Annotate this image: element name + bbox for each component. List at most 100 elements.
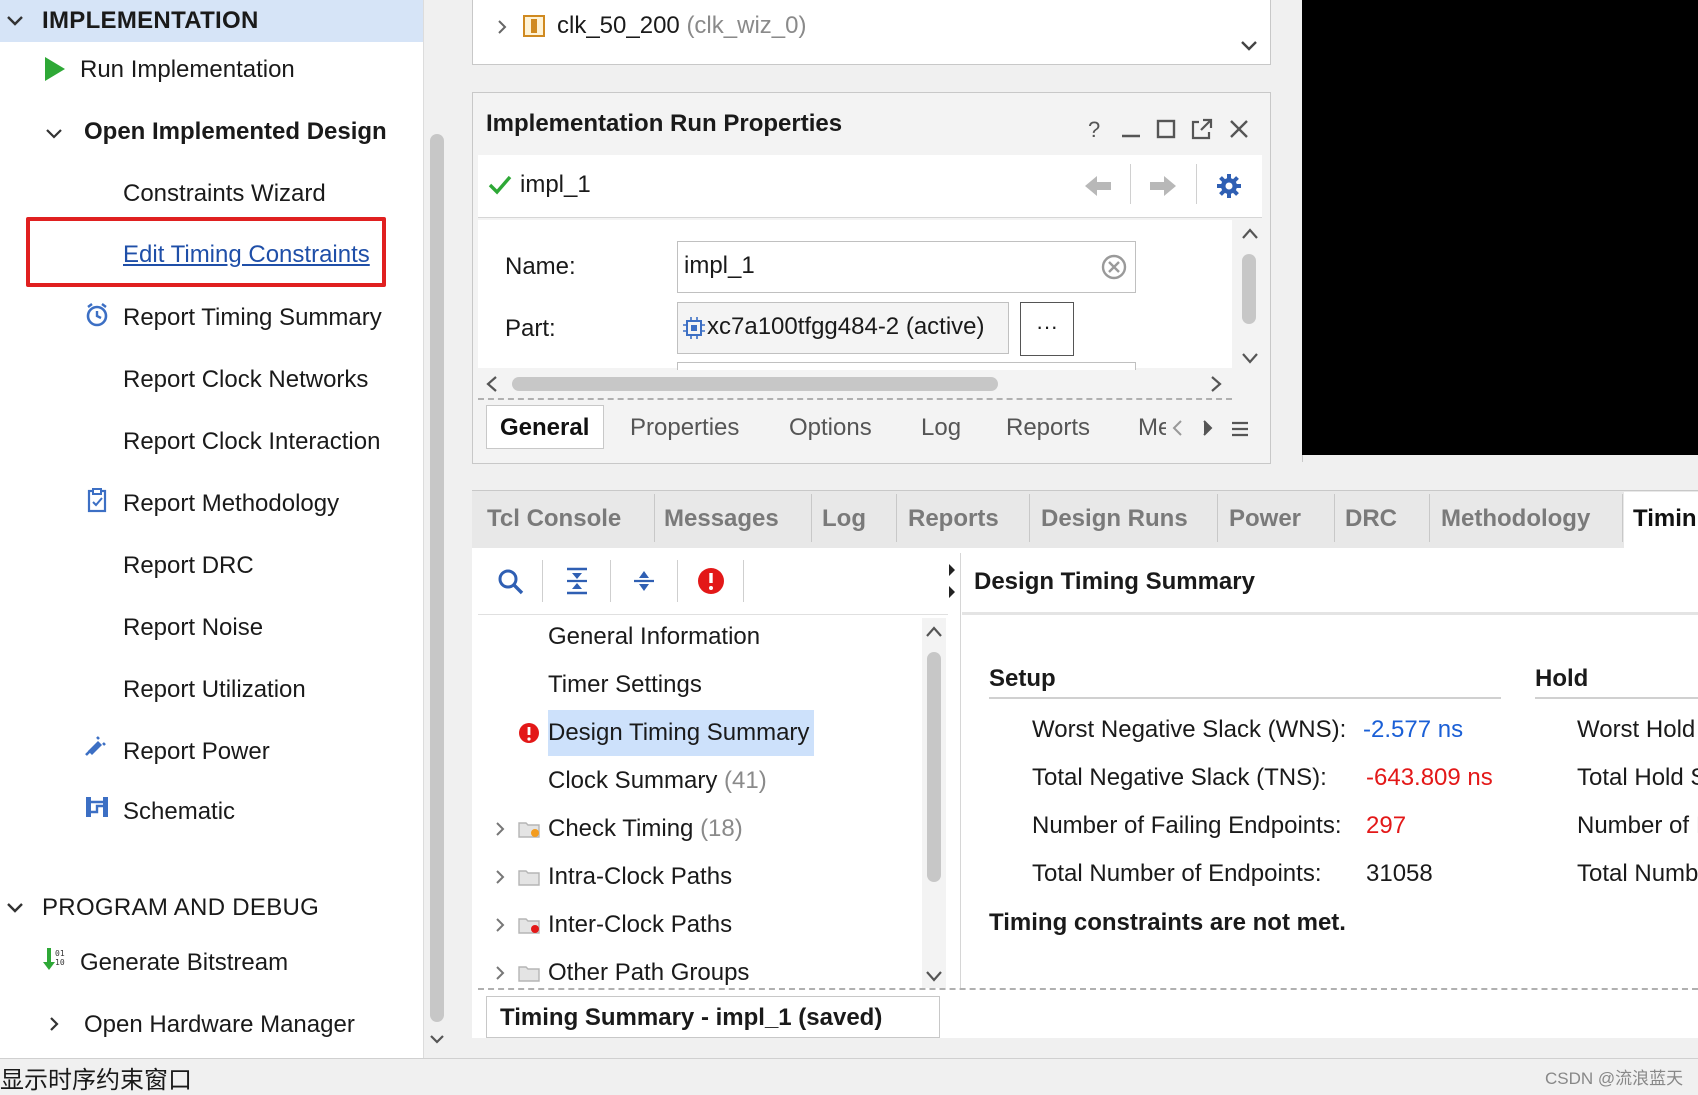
chevron-right-icon[interactable]: [492, 869, 508, 885]
hold-rule: [1535, 697, 1698, 699]
cell-name[interactable]: clk_50_200: [557, 12, 680, 39]
tab-timing[interactable]: Timin: [1633, 505, 1698, 533]
scroll-up-icon[interactable]: [1240, 226, 1260, 242]
panel-title: Implementation Run Properties: [486, 110, 843, 137]
toolbar-separator: [1196, 164, 1197, 204]
report-noise-item[interactable]: Report Noise: [123, 613, 263, 643]
schematic-item[interactable]: Schematic: [123, 797, 235, 827]
report-methodology-item[interactable]: Report Methodology: [123, 489, 339, 519]
tab-list-menu-icon[interactable]: [1230, 420, 1250, 438]
chevron-down-icon[interactable]: [4, 10, 26, 32]
tab-separator: [1622, 494, 1623, 542]
tree-item-general-info[interactable]: General Information: [548, 623, 760, 651]
chevron-right-icon[interactable]: [494, 18, 510, 36]
forward-arrow-icon[interactable]: [1148, 173, 1178, 199]
tab-reports[interactable]: Reports: [1006, 414, 1090, 442]
hold-failing-label: Number of I: [1577, 812, 1698, 839]
scroll-left-icon[interactable]: [484, 374, 500, 394]
name-input[interactable]: impl_1: [677, 241, 1136, 293]
open-hardware-manager-item[interactable]: Open Hardware Manager: [84, 1010, 355, 1040]
report-clock-networks-item[interactable]: Report Clock Networks: [123, 365, 368, 395]
maximize-icon[interactable]: [1153, 116, 1179, 142]
collapse-all-icon[interactable]: [564, 566, 590, 596]
tab-scroll-left-icon[interactable]: [1170, 418, 1184, 438]
gear-icon[interactable]: [1216, 173, 1242, 199]
open-implemented-design-item[interactable]: Open Implemented Design: [84, 117, 387, 147]
report-drc-item[interactable]: Report DRC: [123, 551, 254, 581]
hold-total-label: Total Numb: [1577, 860, 1698, 887]
tab-tcl-console[interactable]: Tcl Console: [487, 505, 621, 533]
cell-icon: [523, 15, 545, 37]
folder-icon: [518, 870, 540, 886]
chevron-right-icon[interactable]: [492, 821, 508, 837]
minimize-icon[interactable]: [1118, 116, 1144, 142]
scroll-down-icon[interactable]: [1240, 350, 1260, 366]
browse-part-button[interactable]: ···: [1020, 302, 1074, 356]
check-icon: [488, 175, 512, 195]
device-view-canvas[interactable]: [1302, 0, 1698, 455]
tns-value-link[interactable]: -643.809 ns: [1366, 764, 1493, 792]
tab-drc[interactable]: DRC: [1345, 505, 1397, 533]
scroll-right-icon[interactable]: [1208, 374, 1224, 394]
run-implementation-item[interactable]: Run Implementation: [80, 55, 295, 85]
tree-item-clock-summary[interactable]: Clock Summary (41): [548, 767, 767, 795]
clear-icon[interactable]: [1101, 254, 1127, 280]
tab-general[interactable]: General: [500, 414, 589, 442]
watermark: CSDN @流浪蓝天: [1545, 1069, 1684, 1088]
report-utilization-item[interactable]: Report Utilization: [123, 675, 306, 705]
tab-design-runs[interactable]: Design Runs: [1041, 505, 1188, 533]
error-filter-icon[interactable]: [697, 567, 725, 595]
scroll-up-icon[interactable]: [924, 624, 944, 640]
tab-log[interactable]: Log: [921, 414, 961, 442]
chevron-down-icon[interactable]: [1238, 35, 1260, 57]
tab-properties[interactable]: Properties: [630, 414, 739, 442]
part-field[interactable]: xc7a100tfgg484-2 (active): [677, 302, 1009, 354]
tab-separator: [1334, 494, 1335, 542]
tree-item-design-timing-summary[interactable]: Design Timing Summary: [548, 719, 809, 747]
tab-messages[interactable]: Messages: [664, 505, 779, 533]
program-and-debug-header[interactable]: PROGRAM AND DEBUG: [42, 893, 319, 923]
chevron-right-icon[interactable]: [492, 917, 508, 933]
navigator-scroll-thumb[interactable]: [430, 134, 444, 1022]
scroll-down-icon[interactable]: [428, 1030, 446, 1048]
back-arrow-icon[interactable]: [1083, 173, 1113, 199]
tab-options[interactable]: Options: [789, 414, 872, 442]
report-power-item[interactable]: Report Power: [123, 737, 270, 767]
tree-item-label: Clock Summary: [548, 767, 718, 794]
tab-power[interactable]: Power: [1229, 505, 1301, 533]
tab-separator: [1429, 494, 1430, 542]
tree-item-inter-clock-paths[interactable]: Inter-Clock Paths: [548, 911, 732, 939]
help-icon[interactable]: ?: [1082, 116, 1108, 142]
expand-all-icon[interactable]: [631, 566, 657, 596]
tab-reports-bottom[interactable]: Reports: [908, 505, 999, 533]
tab-scroll-right-icon[interactable]: [1200, 418, 1214, 438]
tree-item-other-path-groups[interactable]: Other Path Groups: [548, 959, 749, 987]
chevron-down-icon[interactable]: [44, 124, 64, 144]
splitter-handle[interactable]: [947, 562, 957, 600]
report-clock-interaction-item[interactable]: Report Clock Interaction: [123, 427, 380, 457]
tab-methodology[interactable]: Methodology: [1441, 505, 1590, 533]
scroll-down-icon[interactable]: [924, 968, 944, 984]
tree-vscroll-thumb[interactable]: [927, 652, 941, 882]
generate-bitstream-item[interactable]: Generate Bitstream: [80, 948, 288, 978]
chevron-right-icon[interactable]: [45, 1015, 63, 1033]
chevron-right-icon[interactable]: [492, 965, 508, 981]
timing-summary-tab[interactable]: Timing Summary - impl_1 (saved): [500, 1004, 882, 1032]
tree-item-intra-clock-paths[interactable]: Intra-Clock Paths: [548, 863, 732, 891]
implementation-section-header[interactable]: IMPLEMENTATION: [0, 0, 423, 42]
float-window-icon[interactable]: [1189, 116, 1215, 142]
wns-value-link[interactable]: -2.577 ns: [1363, 716, 1463, 744]
tab-messages-truncated[interactable]: Me: [1138, 414, 1166, 442]
edit-timing-constraints-item[interactable]: Edit Timing Constraints: [123, 240, 370, 270]
chevron-down-icon[interactable]: [4, 897, 26, 919]
failing-endpoints-value-link[interactable]: 297: [1366, 812, 1406, 840]
report-timing-summary-item[interactable]: Report Timing Summary: [123, 303, 382, 333]
search-icon[interactable]: [497, 568, 525, 596]
properties-hscroll-thumb[interactable]: [512, 377, 998, 391]
close-icon[interactable]: [1226, 116, 1252, 142]
constraints-wizard-item[interactable]: Constraints Wizard: [123, 179, 326, 209]
tree-item-timer-settings[interactable]: Timer Settings: [548, 671, 702, 699]
tree-item-check-timing[interactable]: Check Timing (18): [548, 815, 743, 843]
tab-log-bottom[interactable]: Log: [822, 505, 866, 533]
properties-vscroll-thumb[interactable]: [1242, 254, 1256, 324]
